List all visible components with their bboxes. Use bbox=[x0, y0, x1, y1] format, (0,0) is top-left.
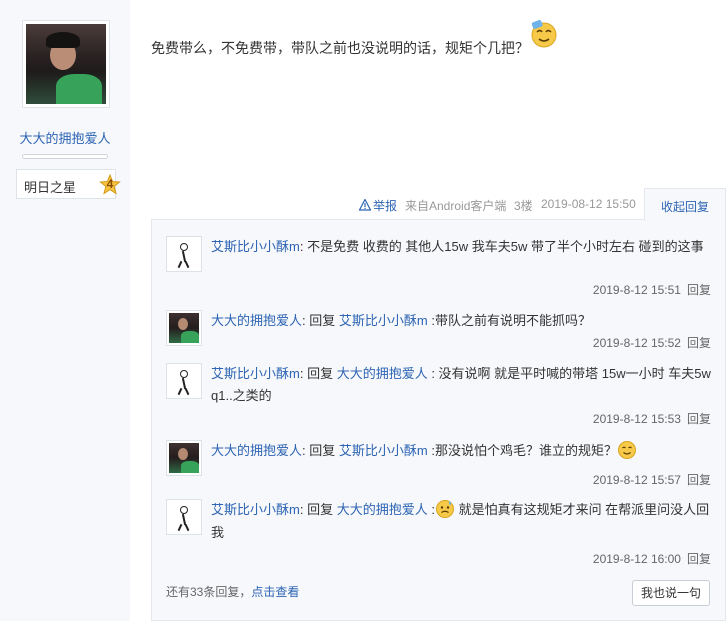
reply-time: 2019-8-12 16:00 bbox=[592, 552, 681, 566]
reply-to-label: 回复 bbox=[303, 502, 337, 517]
more-replies: 还有33条回复，点击查看 bbox=[166, 583, 299, 600]
post-floor: 3楼 bbox=[514, 199, 533, 213]
reply-text: :那没说怕个鸡毛？谁立的规矩？ bbox=[427, 443, 617, 458]
reply-button[interactable]: 回复 bbox=[687, 336, 711, 350]
reply-to-username[interactable]: 大大的拥抱爱人 bbox=[337, 502, 428, 517]
collapse-replies-label: 收起回复 bbox=[661, 200, 710, 214]
author-avatar-image bbox=[26, 24, 106, 104]
reply-colon: : bbox=[427, 502, 435, 517]
reply-button[interactable]: 回复 bbox=[687, 283, 711, 297]
view-more-link[interactable]: 点击查看 bbox=[251, 585, 299, 599]
reply-to-username[interactable]: 艾斯比小小酥m bbox=[339, 443, 428, 458]
reply-to-label: 回复 bbox=[303, 366, 337, 381]
couple-avatar-image bbox=[169, 313, 199, 343]
reply-content: 艾斯比小小酥m: 不是免费 收费的 其他人15w 我车夫5w 带了半个小时左右 … bbox=[211, 236, 711, 258]
stick-figure-avatar-image bbox=[169, 239, 199, 269]
reply-to-username[interactable]: 大大的拥抱爱人 bbox=[337, 366, 428, 381]
author-username[interactable]: 大大的拥抱爱人 bbox=[0, 128, 130, 147]
reply-username[interactable]: 艾斯比小小酥m bbox=[211, 239, 300, 254]
reply-to-label: 回复 bbox=[305, 443, 339, 458]
level-name: 明日之星 bbox=[24, 180, 77, 195]
reply-footer: 2019-8-12 15:51 回复 bbox=[593, 281, 711, 298]
report-label: 举报 bbox=[373, 199, 398, 213]
reply-time: 2019-8-12 15:51 bbox=[592, 283, 681, 297]
panel-divider bbox=[151, 219, 644, 220]
post-source[interactable]: 来自Android客户端 bbox=[405, 197, 506, 214]
reply-button[interactable]: 回复 bbox=[687, 412, 711, 426]
reply-time: 2019-8-12 15:57 bbox=[592, 473, 681, 487]
author-sidebar: 大大的拥抱爱人 明日之星 4 bbox=[0, 0, 130, 621]
reply-time: 2019-8-12 15:52 bbox=[592, 336, 681, 350]
couple-avatar-image bbox=[169, 443, 199, 473]
warning-icon bbox=[358, 198, 372, 211]
smile-emoji-icon bbox=[529, 19, 559, 49]
reply-text: :带队之前有说明不能抓吗？ bbox=[427, 313, 591, 328]
post-content: 免费带么，不免费带，带队之前也没说明的话，规矩个几把？ bbox=[151, 40, 529, 56]
say-something-button[interactable]: 我也说一句 bbox=[632, 580, 710, 606]
reply-content: 大大的拥抱爱人: 回复 艾斯比小小酥m :带队之前有说明不能抓吗？ bbox=[211, 310, 711, 332]
sweat-emoji-icon bbox=[435, 499, 455, 522]
smile-emoji-icon bbox=[617, 440, 637, 463]
stick-figure-avatar-image bbox=[169, 366, 199, 396]
reply-button[interactable]: 回复 bbox=[687, 552, 711, 566]
stick-figure-avatar-image bbox=[169, 502, 199, 532]
reply-time: 2019-8-12 15:53 bbox=[592, 412, 681, 426]
reply-footer: 2019-8-12 15:53 回复 bbox=[593, 410, 711, 427]
level-number: 4 bbox=[106, 177, 114, 191]
reply-avatar[interactable] bbox=[166, 310, 202, 346]
reply-content: 艾斯比小小酥m: 回复 大大的拥抱爱人 : 没有说啊 就是平时喊的带塔 15w一… bbox=[211, 363, 711, 407]
reply-username[interactable]: 大大的拥抱爱人 bbox=[211, 313, 302, 328]
reply-to-username[interactable]: 艾斯比小小酥m bbox=[339, 313, 428, 328]
report-link[interactable]: 举报 bbox=[358, 197, 398, 214]
reply-username[interactable]: 艾斯比小小酥m bbox=[211, 502, 300, 517]
reply-avatar[interactable] bbox=[166, 499, 202, 535]
reply-username[interactable]: 艾斯比小小酥m bbox=[211, 366, 300, 381]
author-avatar[interactable] bbox=[22, 20, 110, 108]
reply-footer: 2019-8-12 16:00 回复 bbox=[593, 550, 711, 567]
reply-avatar[interactable] bbox=[166, 236, 202, 272]
reply-content: 大大的拥抱爱人: 回复 艾斯比小小酥m :那没说怕个鸡毛？谁立的规矩？ bbox=[211, 440, 711, 463]
level-badge-box[interactable]: 明日之星 4 bbox=[16, 169, 121, 199]
reply-content: 艾斯比小小酥m: 回复 大大的拥抱爱人 : 就是怕真有这规矩才来问 在帮派里问没… bbox=[211, 499, 711, 544]
collapse-replies-tab[interactable]: 收起回复 bbox=[644, 188, 726, 220]
reply-footer: 2019-8-12 15:52 回复 bbox=[593, 334, 711, 351]
reply-to-label: 回复 bbox=[305, 313, 339, 328]
post-time: 2019-08-12 15:50 bbox=[541, 197, 636, 211]
reply-username[interactable]: 大大的拥抱爱人 bbox=[211, 443, 302, 458]
star-level-icon: 4 bbox=[99, 174, 121, 196]
reply-avatar[interactable] bbox=[166, 363, 202, 399]
reply-button[interactable]: 回复 bbox=[687, 473, 711, 487]
experience-progress-bar bbox=[22, 154, 108, 159]
reply-footer: 2019-8-12 15:57 回复 bbox=[593, 471, 711, 488]
reply-text: 不是免费 收费的 其他人15w 我车夫5w 带了半个小时左右 碰到的这事 bbox=[303, 239, 704, 254]
reply-avatar[interactable] bbox=[166, 440, 202, 476]
more-replies-count: 还有33条回复， bbox=[166, 585, 252, 599]
